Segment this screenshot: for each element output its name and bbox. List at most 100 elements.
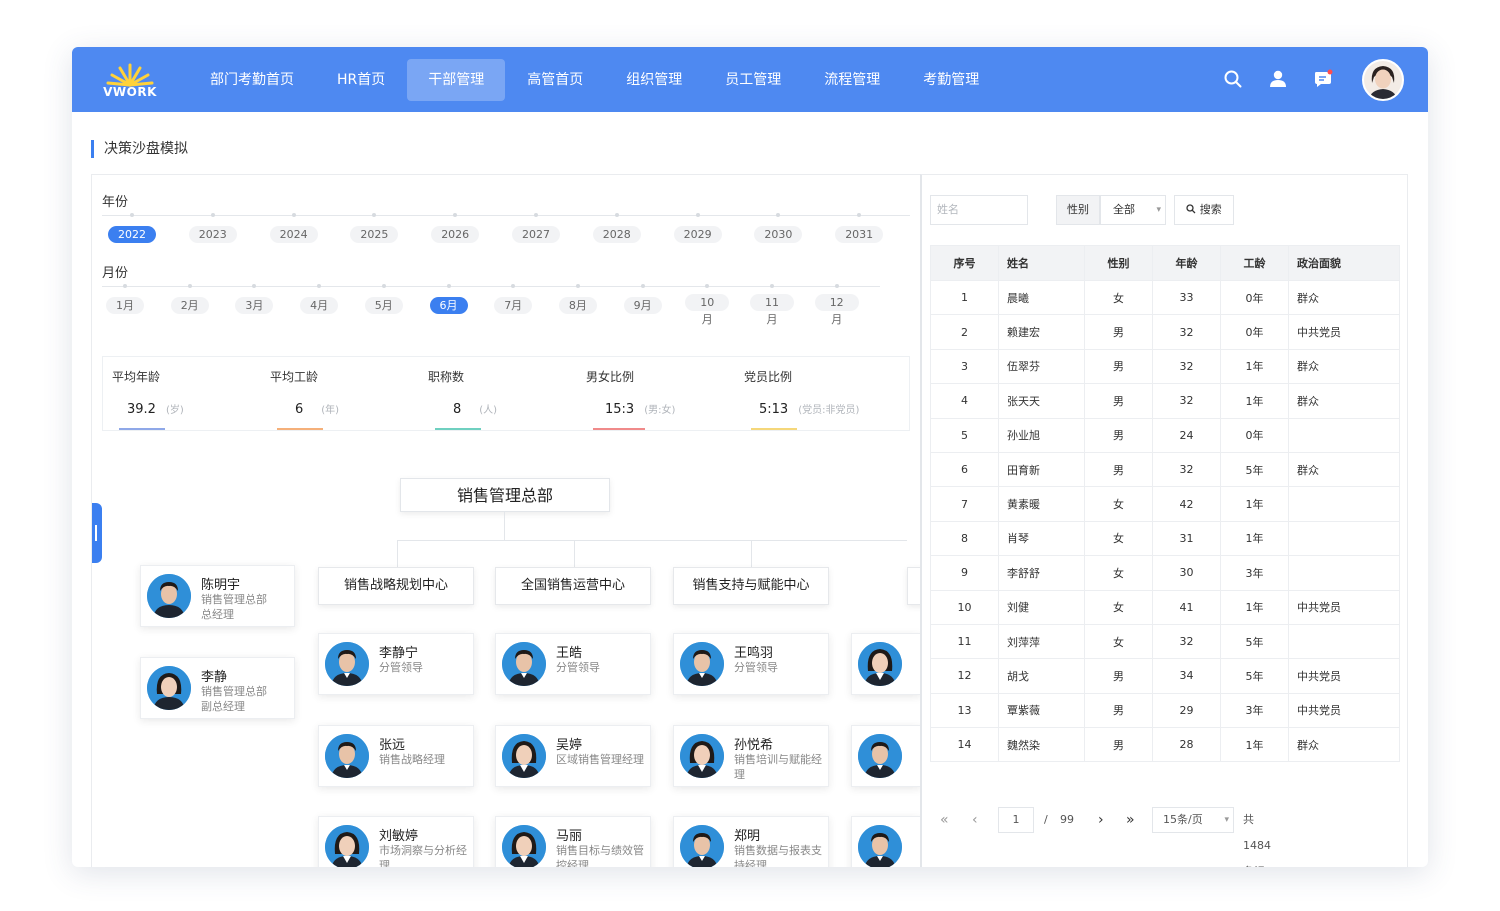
search-icon[interactable] — [1223, 69, 1243, 89]
month-option[interactable]: 7月 — [491, 284, 535, 314]
stat-avg-age: 平均年龄 39.2 (岁) — [103, 357, 253, 432]
nav-org-management[interactable]: 组织管理 — [605, 59, 703, 101]
year-option[interactable]: 2028 — [589, 213, 645, 243]
member-card[interactable]: 王鸣羽 分管领导 — [673, 633, 829, 695]
month-option[interactable]: 12月 — [814, 284, 859, 327]
year-option[interactable]: 2027 — [508, 213, 564, 243]
collapse-handle[interactable] — [92, 503, 102, 563]
member-card[interactable]: 张远 销售战略经理 — [318, 725, 474, 787]
search-button[interactable]: 搜索 — [1174, 195, 1234, 225]
dept-node[interactable]: 销售战略规划中心 — [318, 567, 474, 605]
user-icon[interactable] — [1268, 69, 1288, 89]
member-card[interactable]: 王皓 分管领导 — [495, 633, 651, 695]
table-row[interactable]: 12 胡戈男 34 5年 中共党员 — [930, 658, 1400, 694]
connector — [574, 540, 575, 567]
month-option[interactable]: 2月 — [168, 284, 212, 314]
member-card[interactable]: 郑明 销售数据与报表支持经理 — [673, 816, 829, 867]
nav-cadre-management[interactable]: 干部管理 — [407, 59, 506, 101]
member-card-partial[interactable] — [851, 633, 920, 695]
leader-card[interactable]: 陈明宇 销售管理总部 总经理 — [140, 565, 295, 627]
nav-process-management[interactable]: 流程管理 — [803, 59, 901, 101]
table-row[interactable]: 2 赖建宏男 32 0年 中共党员 — [930, 314, 1400, 350]
member-card[interactable]: 吴婷 区域销售管理经理 — [495, 725, 651, 787]
member-card[interactable]: 孙悦希 销售培训与赋能经理 — [673, 725, 829, 787]
message-icon[interactable] — [1313, 69, 1333, 89]
dept-node[interactable]: 销售支持与赋能中心 — [673, 567, 829, 605]
table-row[interactable]: 8 肖琴女 31 1年 — [930, 520, 1400, 557]
nav-executive-home[interactable]: 高管首页 — [506, 59, 604, 101]
year-option[interactable]: 2023 — [185, 213, 241, 243]
year-option[interactable]: 2024 — [266, 213, 322, 243]
last-page-button[interactable]: » — [1126, 807, 1135, 833]
table-row[interactable]: 1 晨曦女 33 0年 群众 — [930, 279, 1400, 316]
year-option[interactable]: 2025 — [346, 213, 402, 243]
nav-staff-management[interactable]: 员工管理 — [704, 59, 802, 101]
gender-select[interactable]: 全部 ▾ — [1100, 195, 1166, 225]
next-page-button[interactable]: › — [1098, 807, 1104, 833]
member-card[interactable]: 马丽 销售目标与绩效管控经理 — [495, 816, 651, 867]
month-option[interactable]: 3月 — [232, 284, 276, 314]
table-row[interactable]: 3 伍翠芬男 32 1年 群众 — [930, 348, 1400, 385]
year-option[interactable]: 2029 — [670, 213, 726, 243]
user-avatar[interactable] — [1362, 59, 1404, 101]
year-option[interactable]: 2030 — [750, 213, 806, 243]
column-header[interactable]: 姓名 — [998, 245, 1085, 281]
nav-dept-attendance-home[interactable]: 部门考勤首页 — [189, 59, 315, 101]
dept-node[interactable]: 全国销售运营中心 — [495, 567, 651, 605]
column-header[interactable]: 政治面貌 — [1288, 245, 1400, 281]
nav-attendance-management[interactable]: 考勤管理 — [902, 59, 1000, 101]
table-row[interactable]: 10 刘健女 41 1年 中共党员 — [930, 589, 1400, 625]
table-cell: 女 — [1084, 486, 1153, 522]
month-option[interactable]: 11月 — [750, 284, 794, 327]
table-cell: 魏然染 — [998, 727, 1085, 763]
vwork-logo[interactable]: VWORK — [100, 61, 160, 99]
timeline-dot — [857, 213, 862, 217]
year-option[interactable]: 2031 — [831, 213, 887, 243]
person-position: 销售战略经理 — [379, 753, 445, 766]
column-header[interactable]: 性别 — [1084, 245, 1153, 281]
person-name: 陈明宇 — [201, 578, 241, 593]
member-card-partial[interactable] — [851, 725, 920, 787]
dept-node-partial[interactable] — [907, 567, 920, 605]
table-cell: 2 — [930, 314, 999, 350]
table-row[interactable]: 14 魏然染男 28 1年 群众 — [930, 727, 1400, 763]
table-row[interactable]: 11 刘萍萍女 32 5年 — [930, 623, 1400, 660]
first-page-button[interactable]: « — [940, 807, 949, 833]
member-card[interactable]: 李静宁 分管领导 — [318, 633, 474, 695]
month-option[interactable]: 9月 — [621, 284, 665, 314]
leader-card[interactable]: 李静 销售管理总部 副总经理 — [140, 657, 295, 719]
nav-hr-home[interactable]: HR首页 — [316, 59, 406, 101]
page-size-select[interactable]: 15条/页 ▾ — [1152, 807, 1234, 833]
month-option[interactable]: 8月 — [556, 284, 600, 314]
avatar — [147, 666, 191, 710]
month-option[interactable]: 5月 — [362, 284, 406, 314]
stat-label: 平均年龄 — [112, 370, 161, 384]
table-row[interactable]: 5 孙业旭男 24 0年 — [930, 417, 1400, 453]
month-option[interactable]: 10月 — [685, 284, 730, 327]
table-row[interactable]: 6 田育新男 32 5年 群众 — [930, 451, 1400, 488]
table-cell: 9 — [930, 555, 999, 591]
column-header[interactable]: 序号 — [930, 245, 999, 281]
month-option[interactable]: 6月 — [427, 284, 471, 314]
table-row[interactable]: 7 黄素暖女 42 1年 — [930, 486, 1400, 522]
member-card[interactable]: 刘敏婷 市场洞察与分析经理 — [318, 816, 474, 867]
member-card-partial[interactable] — [851, 816, 920, 867]
month-option[interactable]: 1月 — [103, 284, 147, 314]
table-row[interactable]: 9 李舒舒女 30 3年 — [930, 555, 1400, 591]
timeline-dot — [252, 284, 257, 288]
column-header[interactable]: 年龄 — [1152, 245, 1221, 281]
top-navigation-bar: VWORK 部门考勤首页 HR首页 干部管理 高管首页 组织管理 员工管理 流程… — [72, 47, 1428, 112]
year-option[interactable]: 2026 — [427, 213, 483, 243]
month-option[interactable]: 4月 — [297, 284, 341, 314]
table-cell: 1年 — [1220, 486, 1289, 522]
table-cell: 0年 — [1220, 417, 1289, 453]
page-number-input[interactable]: 1 — [998, 807, 1034, 833]
prev-page-button[interactable]: ‹ — [972, 807, 978, 833]
table-row[interactable]: 4 张天天男 32 1年 群众 — [930, 383, 1400, 419]
column-header[interactable]: 工龄 — [1220, 245, 1289, 281]
table-row[interactable]: 13 覃紫薇男 29 3年 中共党员 — [930, 692, 1400, 729]
year-option[interactable]: 2022 — [104, 213, 160, 243]
name-search-input[interactable]: 姓名 — [930, 195, 1028, 225]
org-root-node[interactable]: 销售管理总部 — [400, 478, 610, 512]
table-cell: 3年 — [1220, 692, 1289, 729]
